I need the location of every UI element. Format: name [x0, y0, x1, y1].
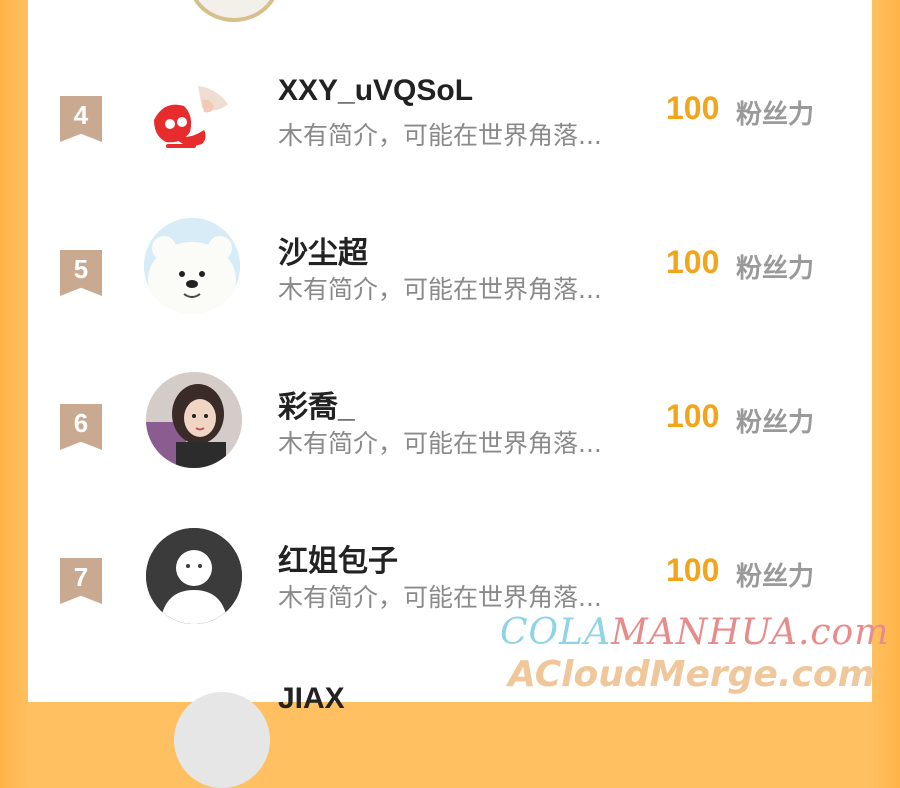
fan-power-label: 粉丝力	[736, 254, 815, 284]
avatar[interactable]	[144, 218, 240, 314]
user-name[interactable]: 彩喬_	[278, 382, 355, 426]
fox-avatar-icon	[146, 80, 242, 176]
default-user-avatar-icon	[146, 528, 242, 624]
user-bio: 木有简介，可能在世界角落...	[278, 275, 602, 304]
user-name-partial[interactable]: JIAX	[278, 682, 345, 716]
avatar[interactable]	[146, 528, 242, 624]
avatar-partial-top[interactable]	[188, 0, 280, 22]
user-name[interactable]: XXY_uVQSoL	[278, 74, 473, 108]
rank-badge: 6	[60, 404, 102, 450]
avatar[interactable]	[146, 372, 242, 468]
avatar[interactable]	[146, 80, 242, 176]
fan-power-value: 100	[666, 552, 720, 588]
user-bio: 木有简介，可能在世界角落...	[278, 121, 602, 150]
rank-badge: 7	[60, 558, 102, 604]
fan-power-value: 100	[666, 244, 720, 280]
photo-avatar-icon	[146, 372, 242, 468]
user-bio: 木有简介，可能在世界角落...	[278, 429, 602, 458]
rank-row-6[interactable]: 6 彩喬_ 木有简介，可能在世界角落... 100 粉丝力	[28, 372, 872, 508]
avatar-partial-bottom[interactable]	[174, 692, 270, 788]
fan-power-value: 100	[666, 398, 720, 434]
watermark-colamanhua: COLAMANHUA.com	[500, 612, 890, 653]
ranking-card: 4 XXY_uVQSoL 木有简介，可能在世界角落... 100 粉丝力 5 沙…	[28, 0, 872, 788]
user-name[interactable]: 红姐包子	[278, 536, 398, 580]
user-name[interactable]: 沙尘超	[278, 228, 368, 272]
watermark-acloudmerge: ACloudMerge.com	[508, 654, 876, 695]
rank-badge: 5	[60, 250, 102, 296]
rank-row-5[interactable]: 5 沙尘超 木有简介，可能在世界角落... 100 粉丝力	[28, 218, 872, 354]
fan-power-label: 粉丝力	[736, 408, 815, 438]
fan-power-label: 粉丝力	[736, 562, 815, 592]
polar-bear-avatar-icon	[144, 218, 240, 314]
fan-power-value: 100	[666, 90, 720, 126]
rank-row-4[interactable]: 4 XXY_uVQSoL 木有简介，可能在世界角落... 100 粉丝力	[28, 74, 872, 200]
rank-badge: 4	[60, 96, 102, 142]
fan-power-label: 粉丝力	[736, 100, 815, 130]
user-bio: 木有简介，可能在世界角落...	[278, 583, 602, 612]
